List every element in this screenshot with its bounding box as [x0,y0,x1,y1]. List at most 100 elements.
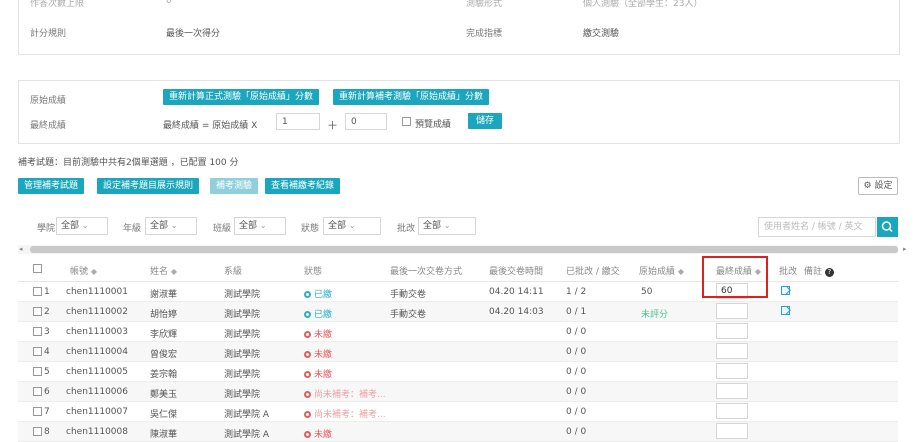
header-raw-score[interactable]: 原始成績 ◆ [639,264,684,277]
name-cell: 曾俊宏 [150,350,178,360]
sort-icon: ◆ [90,267,98,276]
final-score-input[interactable] [716,383,748,399]
final-score-input[interactable] [716,363,748,379]
college-filter-select[interactable]: 全部 ⌄ [56,217,108,235]
final-score-input[interactable] [716,303,748,319]
status-cell: 未繳 [304,367,332,380]
year-filter-value: 全部 [150,221,169,231]
view-records-button[interactable]: 查看補繳考紀錄 [265,178,341,194]
status-text: 已繳 [314,290,333,300]
table-row: 4 chen1110004 曾俊宏 測試學院 未繳 0 / 0 [18,342,898,362]
search-icon [881,221,893,233]
offset-input[interactable]: 0 [345,113,387,130]
edit-grade-icon[interactable] [781,286,790,295]
grading-filter-value: 全部 [423,221,442,231]
year-filter-select[interactable]: 全部 ⌄ [145,217,197,235]
graded-cell: 0 / 0 [566,347,587,357]
scrollbar-thumb[interactable] [30,246,898,253]
table-row: 2 chen1110002 胡怡婷 測試學院 已繳 手動交卷 04.20 14:03 0 / … [18,302,898,322]
grading-filter-select[interactable]: 全部 ⌄ [418,217,476,235]
account-cell: chen1110005 [66,367,128,377]
header-account[interactable]: 帳號 ◆ [70,264,97,277]
college-filter-value: 全部 [61,221,80,231]
row-checkbox[interactable] [33,307,42,316]
quiz-info-panel [18,0,900,55]
recalc-makeup-button[interactable]: 重新計算補考測驗「原始成績」分數 [333,89,490,105]
search-button[interactable] [877,217,898,237]
final-score-input[interactable] [716,343,748,359]
raw-score-cell: 50 [641,287,653,297]
dept-cell: 測試學院 A [224,430,270,440]
name-cell: 吳仁傑 [150,410,178,420]
status-filter-value: 全部 [328,221,347,231]
method-cell: 手動交卷 [390,290,427,300]
row-checkbox[interactable] [33,287,42,296]
manage-makeup-button[interactable]: 管理補考試題 [18,178,85,194]
status-dot-icon [304,351,311,358]
dept-cell: 測試學院 [224,330,261,340]
header-dept: 系級 [224,267,243,277]
status-filter-label: 狀態 [301,224,320,234]
final-score-input[interactable] [716,423,748,439]
header-last-time: 最後交卷時間 [489,267,544,277]
chevron-down-icon: ⌄ [348,221,356,230]
status-cell: 已繳 [304,287,332,300]
name-cell: 謝淑華 [150,290,178,300]
formula-text: 最終成績 = 原始成績 X [163,121,258,131]
quiz-type-label: 測驗形式 [466,0,503,9]
status-cell: 尚未補考：補考... [304,387,386,400]
status-cell: 未繳 [304,347,332,360]
scroll-right-icon[interactable]: ▸ [903,245,907,253]
dept-cell: 測試學院 [224,350,261,360]
chevron-down-icon: ⌄ [81,221,89,230]
status-dot-icon [304,371,311,378]
dept-cell: 測試學院 [224,370,261,380]
search-input[interactable]: 使用者姓名 / 帳號 / 英文 [758,217,876,237]
settings-button[interactable]: ⚙ 設定 [858,177,898,195]
final-score-input[interactable] [716,323,748,339]
row-checkbox[interactable] [33,407,42,416]
header-status: 狀態 [304,267,323,277]
table-row: 7 chen1110007 吳仁傑 測試學院 A 尚未補考：補考... 0 / 0 [18,402,898,422]
preview-score-checkbox[interactable] [402,117,411,126]
save-button[interactable]: 儲存 [468,113,502,129]
multiplier-input[interactable]: 1 [276,113,320,130]
row-checkbox[interactable] [33,347,42,356]
graded-cell: 0 / 1 [566,307,587,317]
settings-label: 設定 [874,181,893,191]
status-cell: 尚未補考：補考... [304,407,386,420]
scroll-left-icon[interactable]: ◂ [19,245,23,253]
class-filter-label: 班級 [213,224,232,234]
name-cell: 姜宗翰 [150,370,178,380]
status-text: 未繳 [314,330,333,340]
class-filter-select[interactable]: 全部 ⌄ [234,217,286,235]
row-checkbox[interactable] [33,327,42,336]
completion-label: 完成指標 [466,29,503,39]
scoring-rule-label: 計分規則 [30,29,67,39]
account-cell: chen1110001 [66,287,128,297]
recalc-formal-button[interactable]: 重新計算正式測驗「原始成績」分數 [163,89,320,105]
makeup-test-button[interactable]: 補考測驗 [210,178,259,194]
display-rule-button[interactable]: 設定補考題目展示規則 [97,178,200,194]
year-filter-label: 年級 [123,224,142,234]
row-checkbox[interactable] [33,367,42,376]
select-all-checkbox[interactable] [33,264,42,273]
status-cell: 已繳 [304,307,332,320]
edit-grade-icon[interactable] [781,306,790,315]
status-text: 已繳 [314,310,333,320]
preview-score-label: 預覽成績 [415,120,452,130]
status-text: 未繳 [314,350,333,360]
header-name[interactable]: 姓名 ◆ [150,264,177,277]
header-graded: 已批改 / 繳交 [566,267,620,277]
grading-filter-label: 批改 [397,224,416,234]
completion-value: 繳交測驗 [583,29,620,39]
quiz-type-value: 個人測驗（全部學生：23人） [583,0,703,9]
status-filter-select[interactable]: 全部 ⌄ [323,217,381,235]
account-cell: chen1110004 [66,347,128,357]
final-score-label: 最終成績 [30,121,67,131]
row-checkbox[interactable] [33,427,42,436]
help-icon: ? [824,268,834,277]
raw-score-cell[interactable]: 未評分 [641,307,668,320]
final-score-input[interactable] [716,403,748,419]
row-checkbox[interactable] [33,387,42,396]
